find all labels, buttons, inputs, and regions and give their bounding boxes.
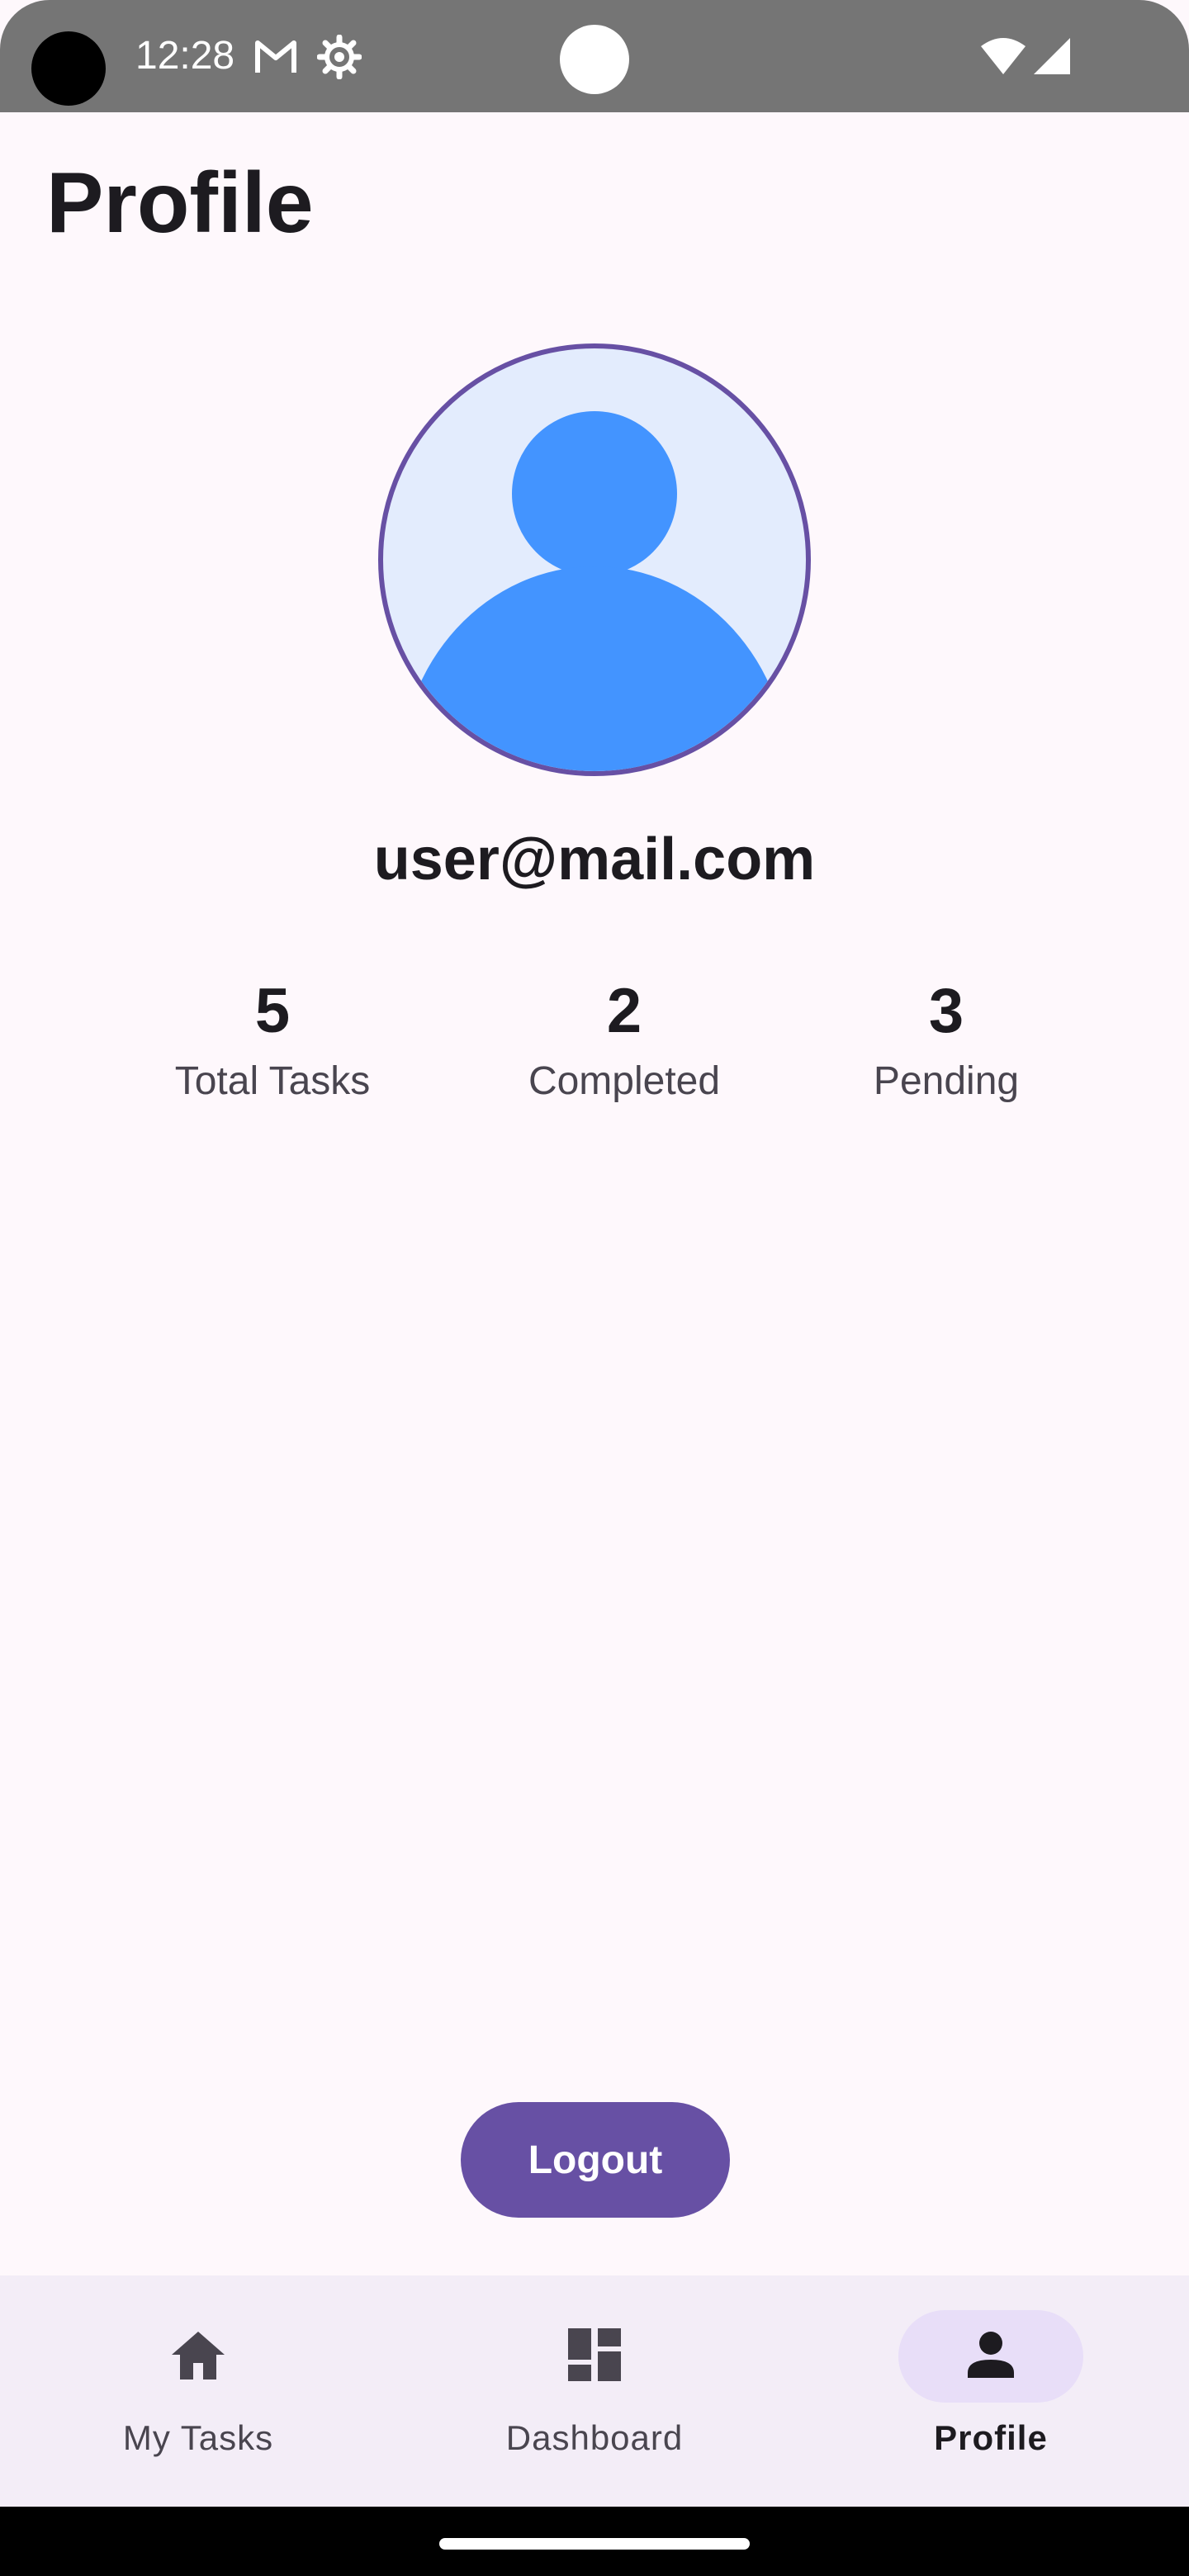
nav-label: Profile	[934, 2418, 1048, 2457]
nav-pill	[502, 2310, 687, 2403]
nav-item-my-tasks[interactable]: My Tasks	[0, 2275, 396, 2507]
user-email: user@mail.com	[373, 826, 816, 893]
stat-value: 2	[606, 976, 642, 1046]
nav-item-dashboard[interactable]: Dashboard	[396, 2275, 793, 2507]
gesture-navigation-bar	[0, 2507, 1189, 2576]
wifi-icon	[979, 36, 1027, 76]
nav-item-profile[interactable]: Profile	[793, 2275, 1189, 2507]
stat-label: Completed	[528, 1059, 721, 1103]
stat-value: 5	[254, 976, 291, 1046]
page-title: Profile	[46, 155, 314, 251]
logout-button[interactable]: Logout	[461, 2102, 730, 2218]
stat-pending: 3 Pending	[822, 974, 1070, 1106]
stat-value: 3	[928, 976, 964, 1046]
stat-label: Total Tasks	[174, 1059, 371, 1103]
nav-label: My Tasks	[122, 2418, 274, 2457]
stat-completed: 2 Completed	[500, 974, 748, 1106]
stat-label: Pending	[873, 1059, 1020, 1103]
stat-total-tasks: 5 Total Tasks	[149, 974, 396, 1106]
cell-signal-icon	[1032, 36, 1072, 76]
status-time: 12:28	[135, 34, 235, 78]
status-bar: 12:28	[0, 0, 1189, 112]
bottom-navigation: My Tasks Dashboard Profile	[0, 2275, 1189, 2507]
person-icon	[964, 2330, 1017, 2384]
home-gesture-handle[interactable]	[439, 2538, 750, 2550]
camera-cutout	[31, 31, 106, 106]
nav-pill-active	[898, 2310, 1083, 2403]
home-icon	[168, 2327, 228, 2387]
nav-label: Dashboard	[505, 2418, 684, 2457]
profile-screen: 12:28 Profile user@mail.com 5 Total Task…	[0, 0, 1189, 2576]
person-avatar-icon	[378, 343, 811, 776]
dashboard-icon	[566, 2327, 623, 2387]
front-camera-notch	[560, 25, 629, 94]
nav-pill	[106, 2310, 291, 2403]
settings-gear-icon	[317, 35, 362, 79]
gmail-icon	[253, 35, 299, 78]
